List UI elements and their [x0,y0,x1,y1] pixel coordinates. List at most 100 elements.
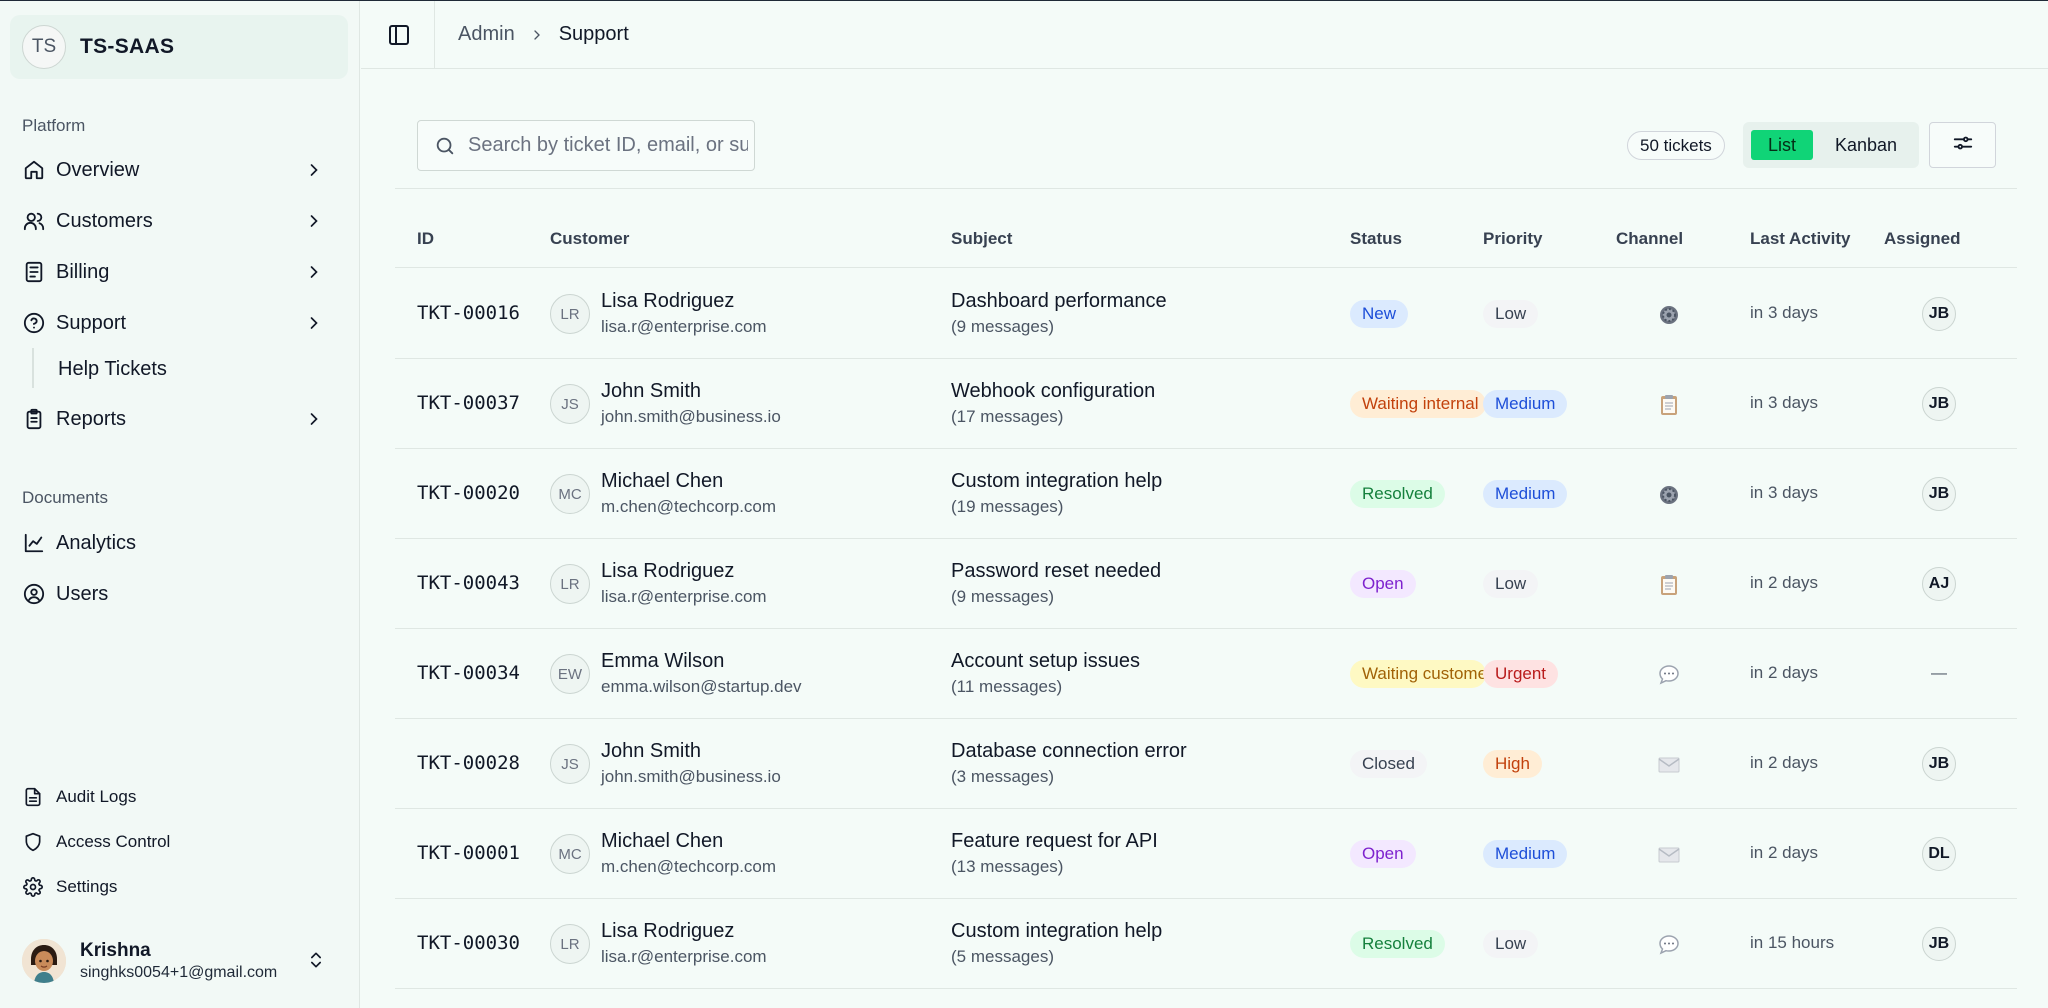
file-text-icon [22,260,46,284]
user-email: singhks0054+1@gmail.com [80,964,278,981]
assignee-avatar[interactable]: DL [1922,837,1956,871]
assignee-avatar[interactable]: JB [1922,477,1956,511]
column-header-priority[interactable]: Priority [1483,229,1543,249]
customer-avatar: JS [550,744,590,784]
table-row[interactable]: TKT-00030 LR Lisa Rodriguez lisa.r@enterpri… [395,899,2017,989]
sidebar-item-overview[interactable]: Overview [10,147,348,193]
priority-badge: Medium [1483,480,1568,508]
last-activity: in 3 days [1750,483,1819,502]
ticket-id: TKT-00016 [417,302,520,324]
customer-name: Lisa Rodriguez [601,920,735,942]
team-switcher[interactable]: TS TS-SAAS [10,15,348,79]
sidebar-item-label: Analytics [56,531,137,554]
section-label-platform: Platform [22,116,86,135]
users-icon [22,209,46,233]
breadcrumb: Admin Support [458,23,629,46]
last-activity: in 2 days [1750,663,1819,682]
sidebar-item-reports[interactable]: Reports [10,396,348,442]
ticket-subject: Password reset needed [951,560,1162,582]
sidebar-subitem-help-tickets[interactable]: Help Tickets [48,351,177,387]
column-header-subject[interactable]: Subject [951,229,1012,249]
assignee-avatar[interactable]: JB [1922,387,1956,421]
assignee-avatar[interactable]: JB [1922,297,1956,331]
ticket-subject: Feature request for API [951,830,1158,852]
ticket-id: TKT-00043 [417,572,520,594]
column-header-last-activity[interactable]: Last Activity [1750,229,1850,249]
customer-email: emma.wilson@startup.dev [601,677,802,696]
team-avatar: TS [22,25,66,69]
table-row[interactable]: TKT-00034 EW Emma Wilson emma.wilson@startu… [395,629,2017,719]
sidebar-item-settings[interactable]: Settings [10,867,348,907]
column-header-assigned[interactable]: Assigned [1884,229,1961,249]
assignee-avatar[interactable]: JB [1922,927,1956,961]
assignee-avatar[interactable]: JB [1922,747,1956,781]
search-input[interactable] [468,134,748,157]
last-activity: in 2 days [1750,753,1819,772]
status-badge: Resolved [1350,930,1445,958]
ticket-id: TKT-00034 [417,662,520,684]
chevron-right-icon [304,160,324,180]
avatar [22,939,66,983]
sidebar-item-support[interactable]: Support [10,300,348,346]
column-header-customer[interactable]: Customer [550,229,629,249]
chevron-right-icon [304,409,324,429]
table-row[interactable]: TKT-00037 JS John Smith john.smith@business… [395,359,2017,449]
file-list-icon [22,786,44,808]
table-row[interactable]: TKT-00043 LR Lisa Rodriguez lisa.r@enterpri… [395,539,2017,629]
column-header-status[interactable]: Status [1350,229,1402,249]
breadcrumb-admin[interactable]: Admin [458,23,515,46]
sidebar-item-access-control[interactable]: Access Control [10,822,348,862]
column-header-id[interactable]: ID [417,229,434,249]
customer-email: lisa.r@enterprise.com [601,317,767,336]
gear-icon [1656,302,1682,328]
assignee-avatar[interactable]: — [1922,657,1956,691]
message-count: (3 messages) [951,767,1054,786]
status-badge: Open [1350,840,1416,868]
sidebar-item-label: Audit Logs [56,787,137,806]
sidebar-item-label: Customers [56,209,153,232]
clipboard-icon [22,407,46,431]
customer-avatar: MC [550,474,590,514]
priority-badge: High [1483,750,1542,778]
sidebar-item-audit-logs[interactable]: Audit Logs [10,777,348,817]
customer-avatar: MC [550,834,590,874]
user-menu[interactable]: Krishna singhks0054+1@gmail.com [10,926,348,996]
table-row[interactable]: TKT-00001 MC Michael Chen m.chen@techcorp.c… [395,809,2017,899]
column-header-channel[interactable]: Channel [1616,229,1683,249]
chat-icon [1656,662,1682,688]
ticket-count-badge: 50 tickets [1627,131,1725,160]
view-list-button[interactable]: List [1751,130,1813,160]
breadcrumb-current: Support [558,23,629,45]
user-name: Krishna [80,940,151,961]
sidebar-item-users[interactable]: Users [10,571,348,617]
help-circle-icon [22,311,46,335]
shield-icon [22,831,44,853]
customer-avatar: EW [550,654,590,694]
status-badge: Open [1350,570,1416,598]
sidebar-item-customers[interactable]: Customers [10,198,348,244]
assignee-avatar[interactable]: AJ [1922,567,1956,601]
ticket-id: TKT-00028 [417,752,520,774]
section-label-documents: Documents [22,488,108,507]
customer-avatar: LR [550,924,590,964]
message-count: (5 messages) [951,947,1054,966]
customer-name: Lisa Rodriguez [601,560,735,582]
filter-settings-button[interactable] [1929,122,1996,168]
message-count: (9 messages) [951,587,1054,606]
ticket-subject: Dashboard performance [951,290,1167,312]
priority-badge: Medium [1483,390,1568,418]
customer-name: Michael Chen [601,830,724,852]
ticket-subject: Database connection error [951,740,1187,762]
view-kanban-button[interactable]: Kanban [1821,130,1911,160]
table-row[interactable]: TKT-00020 MC Michael Chen m.chen@techcorp.c… [395,449,2017,539]
table-row[interactable]: TKT-00028 JS John Smith john.smith@business… [395,719,2017,809]
customer-avatar: LR [550,564,590,604]
sidebar-item-analytics[interactable]: Analytics [10,520,348,566]
customer-avatar: JS [550,384,590,424]
sliders-icon [1952,132,1974,159]
priority-badge: Low [1483,930,1539,958]
sidebar-item-billing[interactable]: Billing [10,249,348,295]
table-row[interactable]: TKT-00016 LR Lisa Rodriguez lisa.r@enterpri… [395,269,2017,359]
line-chart-icon [22,531,46,555]
sidebar-toggle-icon[interactable] [387,23,411,47]
